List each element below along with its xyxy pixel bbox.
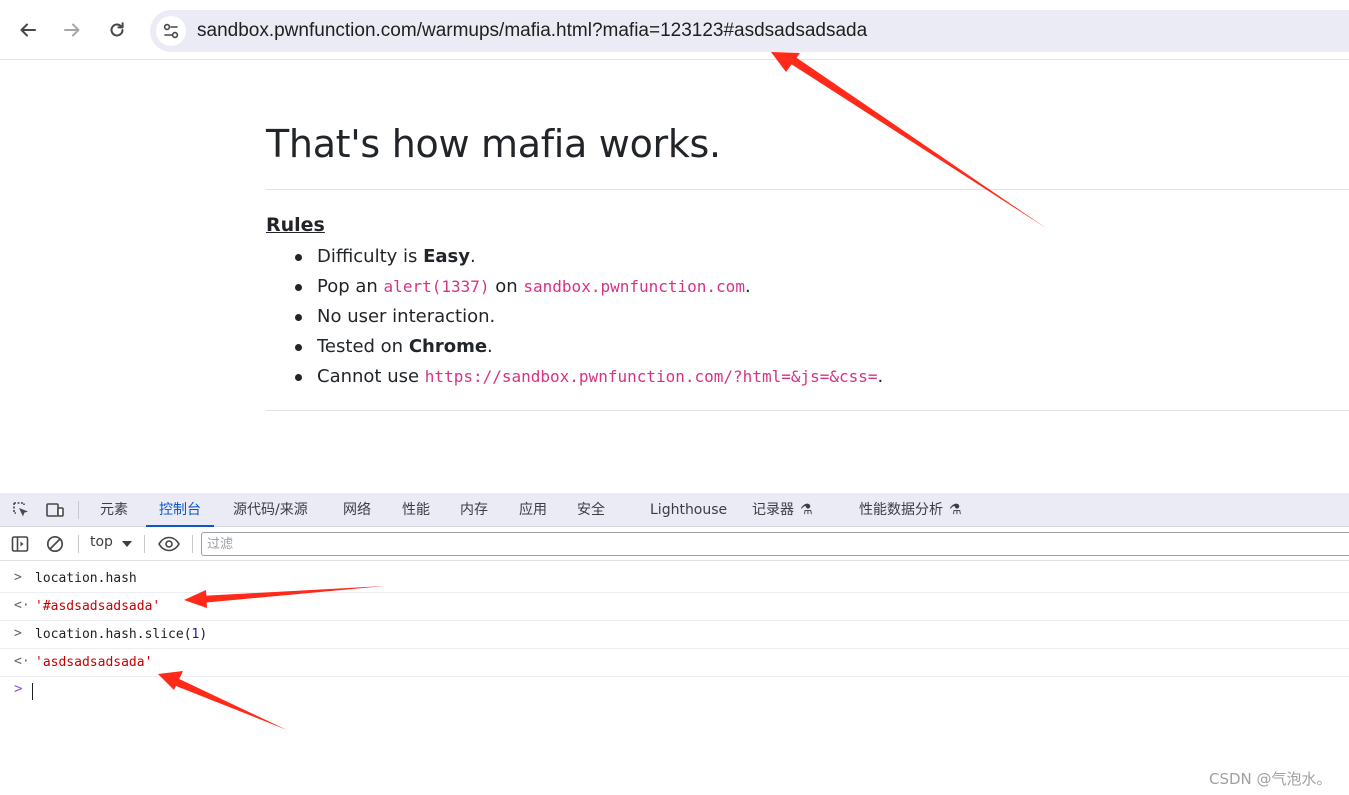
list-item: Pop an alert(1337) on sandbox.pwnfunctio… [266, 272, 883, 302]
list-item: No user interaction. [266, 302, 883, 332]
tab-network[interactable]: 网络 [343, 493, 371, 527]
tab-performance-insights[interactable]: 性能数据分析 ⚗ [859, 493, 962, 527]
return-arrow-icon: <· [14, 654, 30, 669]
clear-console-icon[interactable] [45, 534, 65, 554]
address-bar[interactable]: sandbox.pwnfunction.com/warmups/mafia.ht… [150, 10, 1349, 52]
console-output-line: <· '#asdsadsadsada' [0, 593, 1349, 621]
console-toolbar: top [0, 527, 1349, 561]
separator [78, 501, 79, 519]
console-input-line: > location.hash.slice(1) [0, 621, 1349, 649]
watermark: CSDN @气泡水。 [1209, 770, 1332, 788]
list-item: Tested on Chrome. [266, 332, 883, 362]
bullet-icon [295, 314, 302, 321]
tab-application[interactable]: 应用 [519, 493, 547, 527]
console-prompt[interactable]: > [0, 681, 1349, 703]
tab-lighthouse[interactable]: Lighthouse [650, 493, 727, 527]
console-output-line: <· 'asdsadsadsada' [0, 649, 1349, 677]
forward-button[interactable] [56, 14, 88, 46]
tab-elements[interactable]: 元素 [100, 493, 128, 527]
tab-console[interactable]: 控制台 [146, 493, 214, 527]
inspect-element-icon[interactable] [11, 500, 31, 520]
chevron-down-icon[interactable] [122, 541, 132, 547]
eye-icon[interactable] [157, 534, 181, 554]
chevron-right-icon: > [14, 626, 22, 641]
list-item: Cannot use https://sandbox.pwnfunction.c… [266, 362, 883, 392]
bullet-icon [295, 344, 302, 351]
console-input-line: > location.hash [0, 565, 1349, 593]
device-toolbar-icon[interactable] [45, 500, 65, 520]
chevron-right-icon: > [14, 570, 22, 585]
divider [266, 189, 1349, 190]
reload-icon [110, 22, 124, 37]
text-caret [32, 683, 33, 700]
flask-icon: ⚗ [949, 502, 962, 518]
bullet-icon [295, 374, 302, 381]
bullet-icon [295, 254, 302, 261]
page-content: That's how mafia works. Rules Difficulty… [266, 60, 1349, 492]
sidebar-toggle-icon[interactable] [10, 534, 30, 554]
url-text[interactable]: sandbox.pwnfunction.com/warmups/mafia.ht… [197, 20, 867, 42]
separator [144, 535, 145, 553]
tab-memory[interactable]: 内存 [460, 493, 488, 527]
separator [78, 535, 79, 553]
devtools-panel: 元素 控制台 源代码/来源 网络 性能 内存 应用 安全 Lighthouse … [0, 493, 1349, 795]
site-info-button[interactable] [156, 16, 186, 46]
arrow-right-icon [64, 23, 80, 37]
filter-input[interactable] [201, 532, 1349, 556]
divider [266, 410, 1349, 411]
devtools-tab-bar: 元素 控制台 源代码/来源 网络 性能 内存 应用 安全 Lighthouse … [0, 493, 1349, 527]
flask-icon: ⚗ [800, 502, 813, 518]
separator [192, 535, 193, 553]
page-title: That's how mafia works. [266, 122, 721, 166]
tab-security[interactable]: 安全 [577, 493, 605, 527]
list-item: Difficulty is Easy. [266, 242, 883, 272]
tab-performance[interactable]: 性能 [402, 493, 430, 527]
tab-recorder[interactable]: 记录器 ⚗ [752, 493, 813, 527]
rules-list: Difficulty is Easy. Pop an alert(1337) o… [266, 242, 883, 392]
bullet-icon [295, 284, 302, 291]
return-arrow-icon: <· [14, 598, 30, 613]
arrow-left-icon [20, 23, 36, 37]
tune-icon [163, 23, 179, 39]
chevron-right-icon: > [14, 681, 23, 697]
tab-sources[interactable]: 源代码/来源 [233, 493, 308, 527]
context-selector[interactable]: top [90, 534, 113, 550]
browser-toolbar: sandbox.pwnfunction.com/warmups/mafia.ht… [0, 0, 1349, 60]
rules-heading: Rules [266, 214, 325, 236]
back-button[interactable] [12, 14, 44, 46]
reload-button[interactable] [101, 14, 133, 46]
